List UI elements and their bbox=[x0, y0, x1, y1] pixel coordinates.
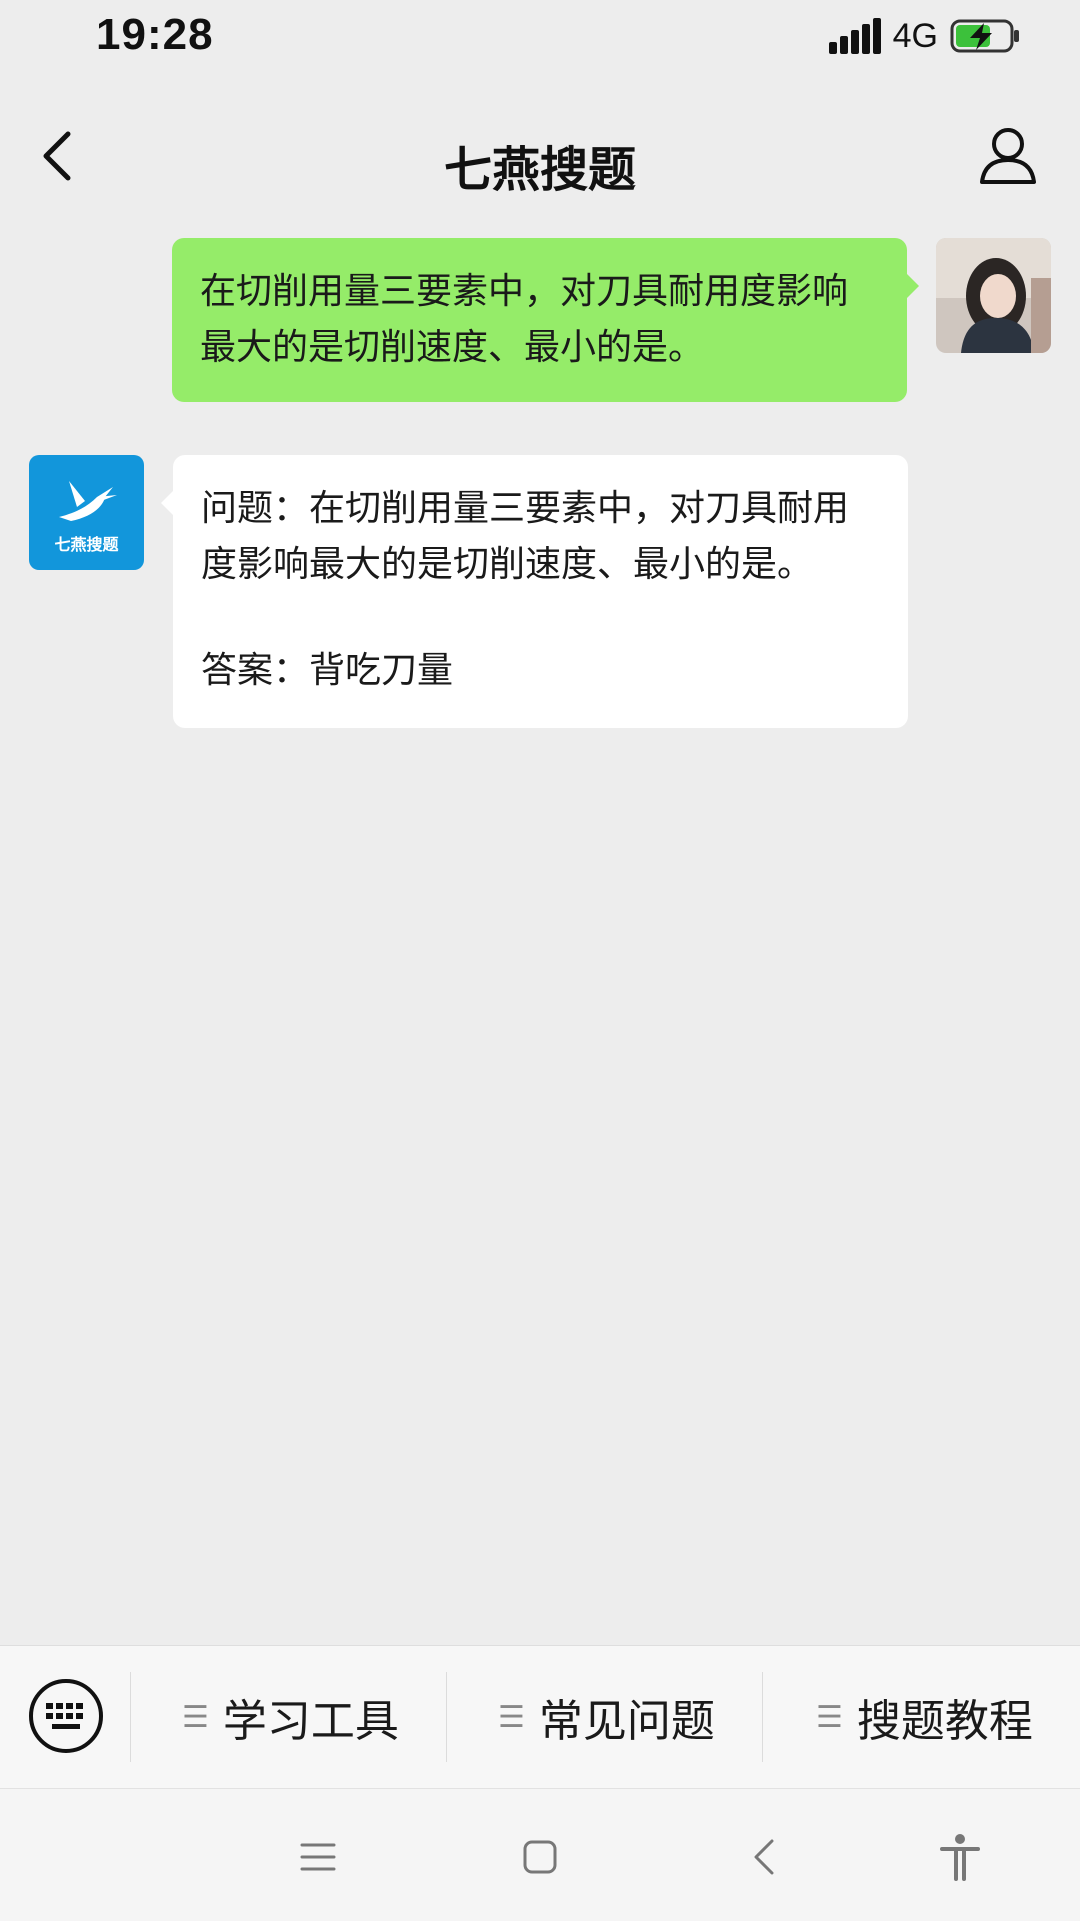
bot-avatar-label: 七燕搜题 bbox=[54, 535, 119, 554]
bot-question-text: 问题：在切削用量三要素中，对刀具耐用度影响最大的是切削速度、最小的是。 bbox=[201, 488, 850, 585]
menu-divider bbox=[130, 1672, 131, 1762]
status-time: 19:28 bbox=[96, 10, 214, 59]
battery-charging-icon bbox=[950, 19, 1019, 53]
bubble-tail bbox=[161, 491, 173, 515]
nav-menu-button[interactable] bbox=[290, 1829, 346, 1885]
menu-divider bbox=[762, 1672, 763, 1762]
network-type: 4G bbox=[892, 16, 938, 55]
custom-menu-bar: ☰ 学习工具 ☰ 常见问题 ☰ 搜题教程 bbox=[0, 1645, 1080, 1788]
nav-home-button[interactable] bbox=[512, 1829, 568, 1885]
bot-bubble[interactable]: 问题：在切削用量三要素中，对刀具耐用度影响最大的是切削速度、最小的是。 答案：背… bbox=[161, 455, 908, 728]
user-message: 在切削用量三要素中，对刀具耐用度影响最大的是切削速度、最小的是。 bbox=[0, 220, 1080, 402]
menu-item-label: 学习工具 bbox=[222, 1696, 399, 1747]
nav-accessibility-button[interactable] bbox=[932, 1829, 988, 1885]
person-outline-icon bbox=[980, 128, 1036, 184]
accessibility-icon bbox=[940, 1834, 980, 1881]
menu-item-tutorial[interactable]: ☰ 搜题教程 bbox=[816, 1682, 1033, 1752]
keyboard-icon bbox=[29, 1679, 103, 1753]
menu-item-label: 常见问题 bbox=[538, 1696, 715, 1747]
status-bar: 19:28 4G bbox=[0, 0, 1080, 90]
profile-button[interactable] bbox=[976, 122, 1040, 186]
keyboard-toggle-button[interactable] bbox=[26, 1676, 106, 1756]
menu-icon bbox=[300, 1843, 336, 1871]
user-avatar[interactable] bbox=[936, 238, 1051, 353]
menu-item-label: 搜题教程 bbox=[856, 1696, 1033, 1747]
nav-back-button[interactable] bbox=[738, 1829, 794, 1885]
bubble-tail bbox=[907, 274, 919, 298]
system-nav-bar bbox=[0, 1788, 1080, 1921]
menu-lines-icon: ☰ bbox=[816, 1699, 843, 1735]
bot-avatar[interactable]: 七燕搜题 bbox=[29, 455, 144, 570]
bot-answer-text: 答案：背吃刀量 bbox=[201, 650, 454, 691]
user-message-text: 在切削用量三要素中，对刀具耐用度影响最大的是切削速度、最小的是。 bbox=[200, 271, 849, 368]
chat-header: 七燕搜题 bbox=[0, 90, 1080, 220]
signal-icon bbox=[828, 18, 881, 54]
menu-divider bbox=[446, 1672, 447, 1762]
menu-lines-icon: ☰ bbox=[498, 1699, 525, 1735]
user-photo-avatar bbox=[936, 238, 1051, 353]
chat-area[interactable]: 在切削用量三要素中，对刀具耐用度影响最大的是切削速度、最小的是。 七燕搜题 问题… bbox=[0, 220, 1080, 1645]
page-title: 七燕搜题 bbox=[443, 142, 636, 198]
menu-item-faq[interactable]: ☰ 常见问题 bbox=[498, 1682, 715, 1752]
menu-item-study-tools[interactable]: ☰ 学习工具 bbox=[182, 1682, 399, 1752]
bot-message: 七燕搜题 问题：在切削用量三要素中，对刀具耐用度影响最大的是切削速度、最小的是。… bbox=[0, 455, 1080, 735]
swallow-logo-icon bbox=[59, 481, 117, 521]
menu-lines-icon: ☰ bbox=[182, 1699, 209, 1735]
status-indicators: 4G bbox=[828, 16, 1020, 56]
user-bubble[interactable]: 在切削用量三要素中，对刀具耐用度影响最大的是切削速度、最小的是。 bbox=[172, 238, 919, 402]
back-icon bbox=[754, 1839, 774, 1875]
home-icon bbox=[523, 1840, 557, 1874]
